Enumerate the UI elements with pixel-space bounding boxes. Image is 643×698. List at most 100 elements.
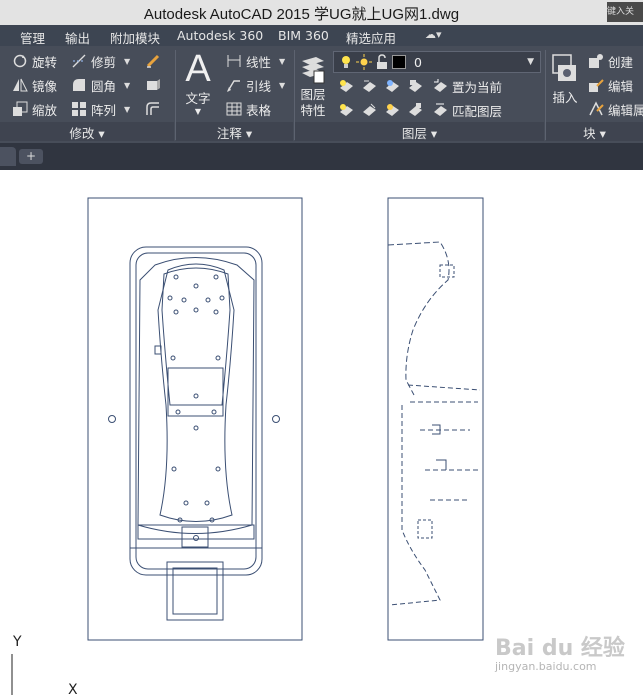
block-panel-footer[interactable]: 块 ▾ [546, 122, 643, 141]
layer-freeze-icon[interactable] [384, 78, 400, 94]
layer-on-icon[interactable] [338, 102, 354, 118]
create-block-button[interactable]: 创建 [588, 51, 633, 71]
linear-dimension-icon [226, 53, 242, 69]
pin [193, 307, 199, 313]
cloud-dropdown-icon[interactable]: ☁▾ [425, 28, 451, 42]
tab-autodesk-360[interactable]: Autodesk 360 [177, 28, 263, 43]
outer-outline [129, 246, 263, 576]
layer-thaw-icon[interactable] [384, 102, 400, 118]
pin [173, 274, 179, 280]
text-button[interactable]: A 文字 ▼ [180, 50, 216, 116]
rotate-icon [12, 53, 28, 69]
chevron-down-icon[interactable]: ▼ [279, 81, 285, 90]
tab-addins[interactable]: 附加模块 [110, 28, 160, 47]
layers-panel-footer[interactable]: 图层 ▾ [295, 122, 544, 141]
center-pocket [167, 367, 224, 417]
edit-attribute-icon [588, 101, 604, 117]
layer-properties-label: 图层特性 [300, 87, 326, 118]
mirror-button[interactable]: 镜像 [12, 75, 57, 95]
text-icon: A [185, 48, 211, 90]
linear-dimension-button[interactable]: 线性 ▼ [226, 51, 285, 71]
mirror-icon [12, 77, 28, 93]
table-button[interactable]: 表格 [226, 99, 271, 119]
tab-featured-apps[interactable]: 精选应用 [346, 28, 396, 47]
baidu-watermark: Bai du 经验 jingyan.baidu.com [495, 630, 625, 673]
pin [213, 274, 219, 280]
edit-block-button[interactable]: 编辑 [588, 75, 633, 95]
chevron-down-icon: ▾ [98, 126, 105, 141]
block-panel-label: 块 [583, 126, 596, 141]
rotate-button[interactable]: 旋转 [12, 51, 57, 71]
pin [215, 355, 221, 361]
set-current-icon [432, 78, 448, 94]
explode-button[interactable] [145, 75, 165, 95]
annotation-panel-footer[interactable]: 注释 ▾ [176, 122, 293, 141]
layer-off-icon[interactable] [338, 78, 354, 94]
set-current-label: 置为当前 [452, 79, 503, 95]
edit-attribute-label: 编辑属 [608, 102, 643, 118]
side-feature [439, 264, 455, 278]
tab-neck [181, 526, 209, 548]
explode-icon [145, 77, 161, 93]
search-input[interactable]: 键入关 [607, 2, 643, 22]
array-button[interactable]: 阵列 ▼ [71, 99, 130, 119]
inner-heel [161, 267, 231, 406]
insert-label: 插入 [552, 90, 578, 105]
drawing-canvas[interactable]: Y X [0, 170, 643, 698]
set-current-layer-button[interactable]: 置为当前 [432, 76, 502, 96]
pin [211, 409, 217, 415]
tab-output[interactable]: 输出 [65, 28, 90, 47]
pin [213, 309, 219, 315]
file-tab[interactable] [0, 147, 16, 166]
current-layer-value: 0 [414, 54, 422, 70]
scale-label: 缩放 [32, 102, 58, 118]
insert-block-button[interactable]: 插入 [548, 51, 582, 106]
leader-icon [226, 77, 242, 93]
tab-manage[interactable]: 管理 [20, 28, 45, 47]
layers-panel-label: 图层 [401, 126, 427, 141]
fillet-button[interactable]: 圆角 ▼ [71, 75, 130, 95]
layer-properties-button[interactable]: 图层特性 [298, 51, 328, 119]
tab-bim-360[interactable]: BIM 360 [278, 28, 329, 43]
bottom-tab [166, 561, 224, 621]
trim-button[interactable]: 修剪 ▼ [71, 51, 130, 71]
chevron-down-icon: ▾ [599, 126, 606, 141]
edit-block-icon [588, 77, 604, 93]
chevron-down-icon[interactable]: ▼ [279, 57, 285, 66]
cad-drawing[interactable] [0, 170, 643, 695]
layer-dropdown[interactable]: 0 ▼ [333, 51, 541, 73]
array-icon [71, 101, 87, 117]
offset-button[interactable] [145, 99, 165, 119]
chevron-down-icon[interactable]: ▼ [124, 105, 130, 114]
chevron-down-icon[interactable]: ▼ [124, 81, 130, 90]
scale-button[interactable]: 缩放 [12, 99, 57, 119]
pin [181, 297, 187, 303]
layer-isolate-icon[interactable] [361, 78, 377, 94]
offset-icon [145, 101, 161, 117]
pin [193, 393, 199, 399]
ucs-y-label: Y [13, 634, 22, 650]
layer-unisolate-icon[interactable] [361, 102, 377, 118]
layer-color-swatch [392, 55, 406, 69]
pin [167, 295, 173, 301]
new-tab-plus-icon[interactable]: + [19, 149, 43, 164]
pin [175, 409, 181, 415]
leader-button[interactable]: 引线 ▼ [226, 75, 285, 95]
ucs-x-label: X [68, 682, 78, 698]
layer-lock-icon[interactable] [407, 78, 423, 94]
pin [171, 466, 177, 472]
text-label: 文字 [185, 91, 211, 106]
modify-panel-footer[interactable]: 修改 ▾ [0, 122, 174, 141]
file-tab-strip: + [0, 143, 643, 170]
fillet-label: 圆角 [91, 78, 117, 94]
erase-button[interactable] [145, 51, 165, 71]
lightbulb-icon [338, 54, 354, 70]
match-layer-button[interactable]: 匹配图层 [432, 100, 502, 120]
edit-attribute-button[interactable]: 编辑属 [588, 99, 643, 119]
pin [219, 295, 225, 301]
pin [205, 297, 211, 303]
chevron-down-icon[interactable]: ▼ [124, 57, 130, 66]
trim-label: 修剪 [91, 54, 117, 70]
side-feature [417, 519, 433, 539]
layer-unlock-icon[interactable] [407, 102, 423, 118]
